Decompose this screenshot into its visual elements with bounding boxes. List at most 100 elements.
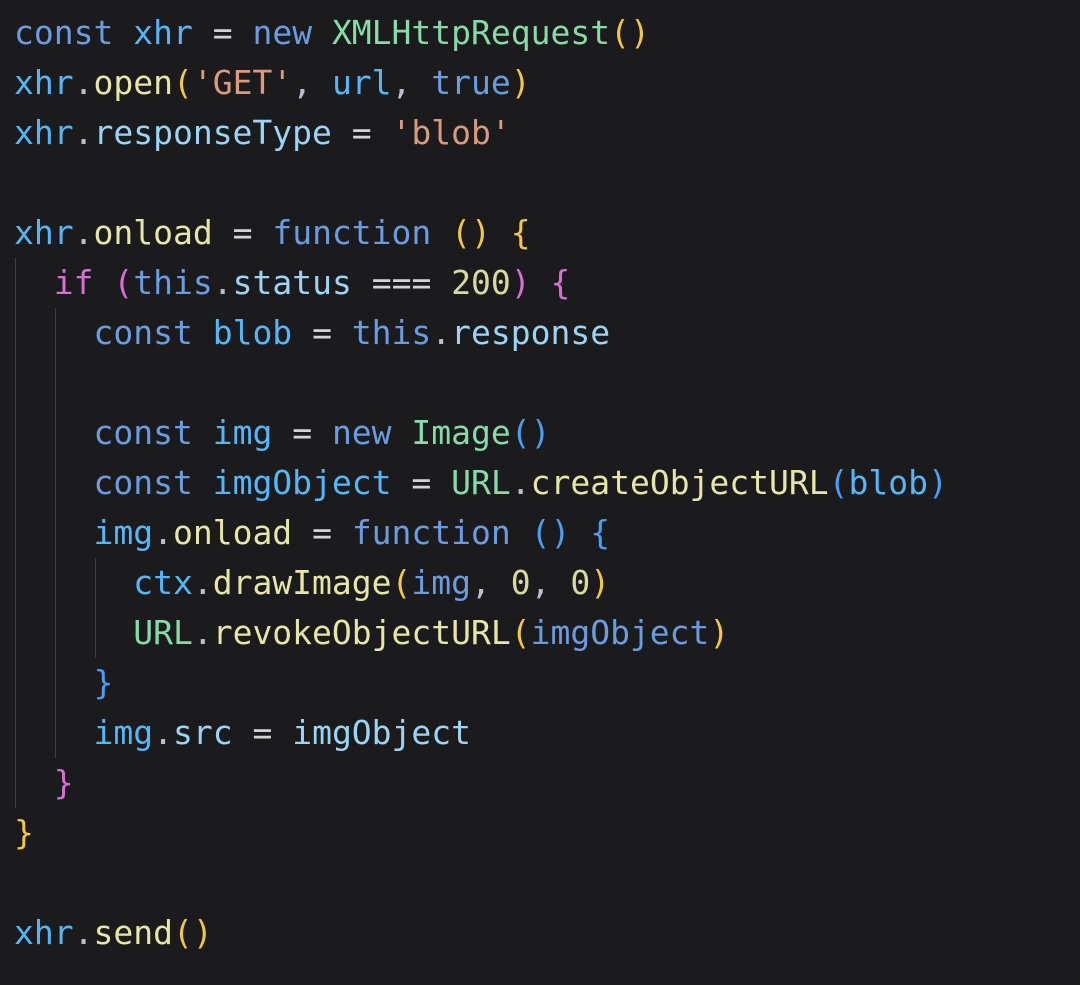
- code-token-variable: ctx: [133, 563, 193, 602]
- code-line-text: ctx.drawImage(img, 0, 0): [14, 558, 610, 608]
- code-line-text: const xhr = new XMLHttpRequest(): [14, 8, 650, 58]
- code-token-function: revokeObjectURL: [212, 613, 511, 652]
- code-token-keyword: function: [351, 513, 511, 552]
- code-token-bracket1: (: [391, 563, 412, 602]
- code-token-string: 'blob': [391, 113, 511, 152]
- code-line[interactable]: xhr.responseType = 'blob': [14, 108, 1080, 158]
- code-token-bracket1: ): [590, 563, 611, 602]
- code-token-number: 0: [510, 563, 531, 602]
- code-line-text: const imgObject = URL.createObjectURL(bl…: [14, 458, 948, 508]
- code-token-bracket2: {: [550, 263, 571, 302]
- code-token-bracket3: }: [93, 663, 114, 702]
- code-line-text: xhr.send(): [14, 908, 213, 958]
- code-token-bracket3: (: [510, 413, 531, 452]
- code-line[interactable]: const blob = this.response: [14, 308, 1080, 358]
- code-token-bracket2: }: [53, 763, 74, 802]
- code-token-bracket1: (: [172, 63, 193, 102]
- code-line[interactable]: [14, 858, 1080, 908]
- code-line-text: img.src = imgObject: [14, 708, 471, 758]
- code-line-text: const img = new Image(): [14, 408, 551, 458]
- code-lines-container[interactable]: const xhr = new XMLHttpRequest() xhr.open…: [0, 0, 1080, 958]
- code-line-text: URL.revokeObjectURL(imgObject): [14, 608, 729, 658]
- code-token-bracket2: ): [510, 263, 531, 302]
- code-token-keyword: imgObject: [530, 613, 710, 652]
- code-token-punctuation: .: [212, 263, 233, 302]
- code-token-variable: xhr: [14, 113, 74, 152]
- code-token-bracket1: ): [471, 213, 491, 252]
- code-token-keyword: const: [14, 13, 114, 52]
- code-token-punctuation: ,: [292, 63, 313, 102]
- code-line[interactable]: ctx.drawImage(img, 0, 0): [14, 558, 1080, 608]
- code-line[interactable]: const xhr = new XMLHttpRequest(): [14, 8, 1080, 58]
- code-line[interactable]: const img = new Image(): [14, 408, 1080, 458]
- code-line[interactable]: xhr.onload = function () {: [14, 208, 1080, 258]
- code-token-variable: img: [93, 513, 154, 552]
- code-token-class: URL: [451, 463, 511, 502]
- code-token-punctuation: .: [73, 113, 94, 152]
- code-line[interactable]: }: [14, 658, 1080, 708]
- code-token-bracket2: if: [53, 263, 94, 302]
- code-token-keyword: true: [431, 63, 511, 102]
- code-token-keyword: const: [93, 463, 193, 502]
- code-line[interactable]: img.onload = function () {: [14, 508, 1080, 558]
- code-token-number: 0: [570, 563, 591, 602]
- code-token-class: XMLHttpRequest: [331, 13, 611, 52]
- indent-guide: [54, 358, 56, 408]
- code-line[interactable]: }: [14, 758, 1080, 808]
- code-line[interactable]: xhr.open('GET', url, true): [14, 58, 1080, 108]
- code-line[interactable]: }: [14, 808, 1080, 858]
- code-token-function: drawImage: [212, 563, 392, 602]
- code-token-bracket3: ): [928, 463, 948, 502]
- code-line[interactable]: const imgObject = URL.createObjectURL(bl…: [14, 458, 1080, 508]
- code-token-punctuation: .: [192, 563, 213, 602]
- code-token-bracket1: ): [709, 613, 730, 652]
- code-token-keyword: new: [331, 413, 392, 452]
- code-token-punctuation: ,: [391, 63, 412, 102]
- code-line[interactable]: img.src = imgObject: [14, 708, 1080, 758]
- code-token-bracket3: ): [550, 513, 571, 552]
- code-line[interactable]: [14, 358, 1080, 408]
- code-token-bracket1: (: [172, 913, 193, 952]
- code-token-function: open: [93, 63, 173, 102]
- code-token-bracket2: (: [113, 263, 134, 302]
- code-token-keyword: const: [93, 313, 193, 352]
- code-line[interactable]: [14, 158, 1080, 208]
- code-token-bracket1: ): [510, 63, 531, 102]
- code-line-text: }: [14, 758, 74, 808]
- code-token-variable: imgObject: [212, 463, 392, 502]
- code-line[interactable]: URL.revokeObjectURL(imgObject): [14, 608, 1080, 658]
- code-line[interactable]: if (this.status === 200) {: [14, 258, 1080, 308]
- code-editor-surface[interactable]: const xhr = new XMLHttpRequest() xhr.open…: [0, 0, 1080, 985]
- code-token-variable: url: [331, 63, 392, 102]
- code-line[interactable]: xhr.send(): [14, 908, 1080, 958]
- code-token-bracket3: ): [530, 413, 551, 452]
- code-line-text: if (this.status === 200) {: [14, 258, 571, 308]
- code-token-bracket1: ): [629, 13, 650, 52]
- code-token-bracket1: ): [192, 913, 213, 952]
- code-token-punctuation: .: [431, 313, 452, 352]
- code-token-punctuation: ,: [530, 563, 551, 602]
